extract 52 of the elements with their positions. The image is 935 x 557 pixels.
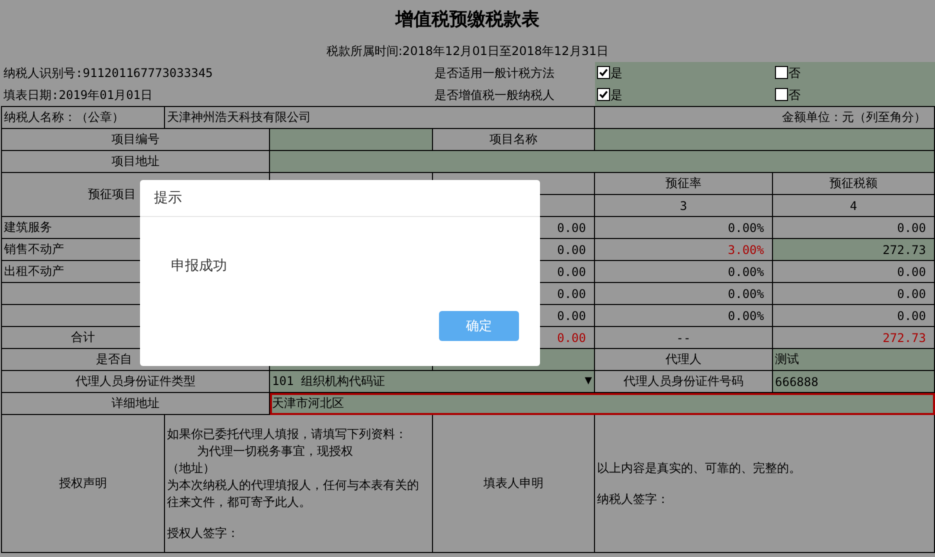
checkbox-label: 是 — [610, 66, 622, 80]
table-cell: 3.00% — [594, 238, 772, 260]
table-cell: 0.00% — [594, 304, 772, 326]
column-header: 预征率 — [594, 172, 772, 194]
form-title: 增值税预缴税款表 — [394, 8, 540, 32]
declaration-text: 以上内容是真实的、可靠的、完整的。 — [597, 460, 802, 476]
table-cell: 0.00 — [772, 304, 934, 326]
checkbox[interactable] — [774, 88, 788, 100]
checkbox-label: 否 — [788, 66, 800, 80]
field-label: 代理人 — [594, 348, 772, 370]
checkbox-label: 是 — [610, 88, 622, 102]
info-text: 填表日期:2019年01月01日 — [2, 84, 432, 106]
field-label: 项目地址 — [2, 150, 270, 172]
input-field[interactable]: 测试 — [772, 348, 934, 370]
checkbox[interactable] — [596, 88, 610, 100]
field-label: 授权声明 — [2, 414, 164, 552]
column-header: 预征税额 — [772, 172, 934, 194]
checkbox[interactable] — [774, 66, 788, 78]
input-field[interactable] — [270, 128, 432, 150]
field-label: 项目编号 — [2, 128, 270, 150]
table-cell: 0.00% — [594, 260, 772, 282]
field-label: 详细地址 — [2, 392, 270, 414]
declaration-text: 为代理一切税务事宜，现授权 — [196, 442, 354, 460]
field-label: 纳税人名称：（公章） — [2, 106, 164, 128]
table-cell: 0.00 — [772, 282, 934, 304]
dialog-title: 提示 — [140, 180, 540, 217]
checkbox-label: 否 — [788, 88, 800, 102]
declaration-text: （地址） — [167, 460, 216, 476]
tax-period: 税款所属时间:2018年12月01日至2018年12月31日 — [325, 43, 610, 60]
table-cell: -- — [594, 326, 772, 348]
declaration-text: 授权人签字： — [167, 524, 240, 542]
column-index: 3 — [594, 194, 772, 216]
checkbox[interactable] — [596, 66, 610, 78]
input-field[interactable] — [270, 150, 934, 172]
declaration-text: 纳税人签字： — [597, 490, 670, 508]
question-label: 是否适用一般计税方法 — [434, 64, 556, 82]
info-text: 纳税人识别号:911201167773033345 — [2, 64, 214, 82]
table-cell: 0.00 — [772, 260, 934, 282]
table-cell: 0.00% — [594, 282, 772, 304]
field-label: 填表人申明 — [432, 414, 594, 552]
declaration-text: 为本次纳税人的代理填报人，任何与本表有关的往来文件，都可寄予此人。 — [167, 476, 420, 510]
declaration-text: 如果你已委托代理人填报，请填写下列资料： — [167, 426, 408, 442]
input-field[interactable] — [594, 128, 934, 150]
column-index: 4 — [772, 194, 934, 216]
input-field[interactable]: 天津市河北区 — [270, 392, 934, 414]
field-label: 代理人员身份证件类型 — [2, 370, 270, 392]
table-cell: 0.00% — [594, 216, 772, 238]
question-label: 是否增值税一般纳税人 — [432, 84, 594, 106]
unit-note: 金额单位：元（列至角分） — [594, 106, 934, 128]
table-cell: 272.73 — [772, 238, 934, 260]
input-field[interactable]: 666888 — [772, 370, 934, 392]
company-name: 天津神州浩天科技有限公司 — [164, 106, 594, 128]
